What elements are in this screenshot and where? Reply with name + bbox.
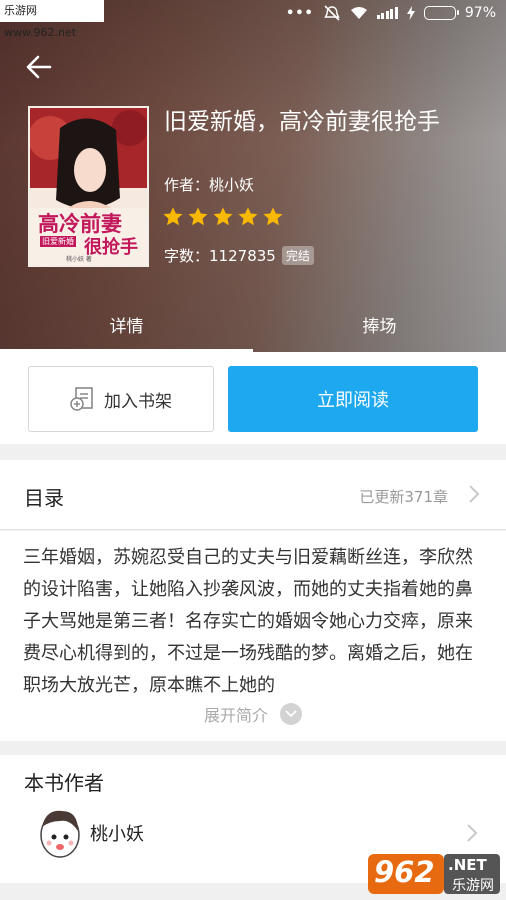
back-arrow-icon[interactable] bbox=[24, 52, 54, 82]
wifi-icon bbox=[350, 7, 367, 19]
charging-icon bbox=[406, 6, 415, 20]
word-count-label: 字数： bbox=[164, 247, 210, 265]
site-logo: 962 .NET 乐游网 bbox=[368, 852, 500, 896]
logo-suffix: .NET bbox=[448, 856, 487, 874]
author-section-title: 本书作者 bbox=[24, 771, 104, 795]
chevron-right-icon bbox=[469, 485, 480, 503]
star-icon bbox=[238, 207, 258, 226]
logo-subtitle: 乐游网 bbox=[452, 878, 494, 894]
expand-intro-label: 展开简介 bbox=[203, 706, 268, 725]
word-count-line: 字数：1127835 完结 bbox=[164, 245, 314, 266]
signal-icon bbox=[376, 7, 398, 19]
star-icon bbox=[163, 207, 183, 226]
action-bar: 加入书架 立即阅读 bbox=[0, 352, 506, 444]
chevron-down-icon bbox=[280, 703, 302, 725]
intro-text: 三年婚姻，苏婉忍受自己的丈夫与旧爱藕断丝连，李欣然的设计陷害，让她陷入抄袭风波，… bbox=[23, 547, 473, 696]
book-intro: 三年婚姻，苏婉忍受自己的丈夫与旧爱藕断丝连，李欣然的设计陷害，让她陷入抄袭风波，… bbox=[0, 531, 506, 741]
author-label: 作者： bbox=[164, 176, 210, 194]
author-name[interactable]: 桃小妖 bbox=[209, 176, 254, 194]
read-now-button[interactable]: 立即阅读 bbox=[228, 366, 478, 432]
rating-stars bbox=[162, 206, 284, 228]
battery-icon bbox=[423, 6, 459, 20]
book-cover[interactable]: 高冷前妻 旧爱新婚 很抢手 桃小妖 著 bbox=[28, 106, 149, 267]
star-icon bbox=[263, 207, 283, 226]
chapter-count: 已更新371章 bbox=[359, 488, 448, 506]
author-section-name[interactable]: 桃小妖 bbox=[90, 820, 144, 846]
status-badge: 完结 bbox=[281, 246, 314, 265]
catalog-title: 目录 bbox=[24, 486, 64, 510]
site-watermark: 乐游网 www.962.net bbox=[0, 0, 104, 39]
logo-number: 962 bbox=[374, 855, 435, 889]
add-to-shelf-button[interactable]: 加入书架 bbox=[28, 366, 214, 432]
book-title: 旧爱新婚，高冷前妻很抢手 bbox=[164, 109, 440, 135]
expand-intro-button[interactable]: 展开简介 bbox=[0, 702, 506, 726]
cover-title-2: 很抢手 bbox=[84, 237, 138, 258]
battery-percent: 97% bbox=[464, 5, 496, 21]
word-count: 1127835 bbox=[209, 247, 276, 265]
tab-details[interactable]: 详情 bbox=[0, 306, 253, 352]
author-line: 作者：桃小妖 bbox=[164, 174, 254, 195]
more-notifications-icon: ••• bbox=[285, 5, 314, 21]
add-bookshelf-icon bbox=[70, 387, 93, 411]
cover-author: 桃小妖 著 bbox=[66, 256, 92, 263]
cover-subtitle: 旧爱新婚 bbox=[40, 236, 76, 247]
catalog-row[interactable]: 目录 已更新371章 bbox=[0, 460, 506, 530]
add-to-shelf-label: 加入书架 bbox=[104, 391, 172, 412]
chevron-right-icon bbox=[467, 824, 478, 842]
tab-support[interactable]: 捧场 bbox=[253, 306, 506, 352]
mute-icon bbox=[324, 5, 340, 21]
author-avatar[interactable] bbox=[36, 805, 80, 861]
star-icon bbox=[188, 207, 208, 226]
tab-bar: 详情 捧场 bbox=[0, 306, 506, 352]
star-icon bbox=[213, 207, 233, 226]
